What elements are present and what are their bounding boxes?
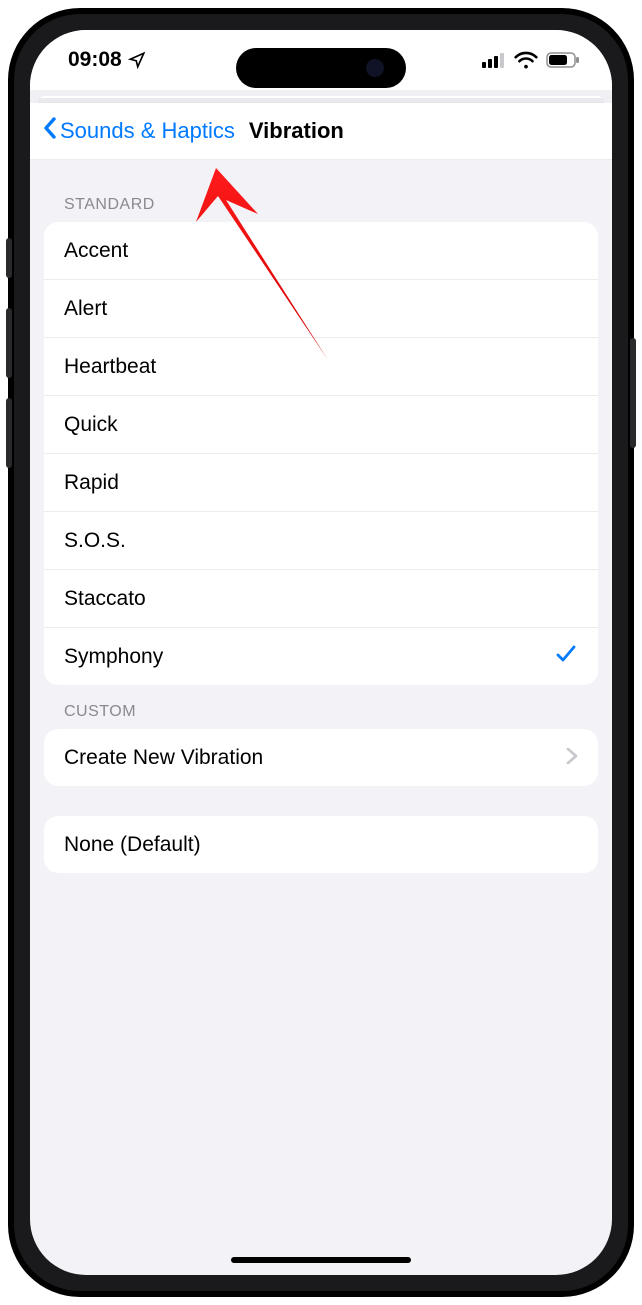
vibration-option-staccato[interactable]: Staccato (44, 569, 598, 627)
spacer (44, 786, 598, 816)
option-label: None (Default) (64, 833, 201, 857)
phone-bezel: 09:08 (14, 14, 628, 1291)
vibration-option-rapid[interactable]: Rapid (44, 453, 598, 511)
side-button (630, 338, 636, 448)
phone-frame: 09:08 (8, 8, 634, 1297)
vibration-option-none[interactable]: None (Default) (44, 816, 598, 873)
option-label: Alert (64, 297, 107, 321)
screen: 09:08 (30, 30, 612, 1275)
option-label: Staccato (64, 587, 146, 611)
background-sheet-peek (38, 96, 604, 103)
battery-icon (546, 52, 580, 68)
volume-up (6, 308, 12, 378)
vibration-option-quick[interactable]: Quick (44, 395, 598, 453)
vibration-option-alert[interactable]: Alert (44, 279, 598, 337)
status-time: 09:08 (68, 48, 122, 72)
nav-bar: Sounds & Haptics Vibration (30, 103, 612, 160)
chevron-right-icon (566, 744, 578, 772)
location-icon (128, 51, 146, 69)
vibration-option-sos[interactable]: S.O.S. (44, 511, 598, 569)
vibration-option-symphony[interactable]: Symphony (44, 627, 598, 685)
chevron-left-icon (42, 116, 58, 146)
option-label: Heartbeat (64, 355, 156, 379)
dynamic-island (236, 48, 406, 88)
create-label: Create New Vibration (64, 746, 263, 770)
settings-sheet: Sounds & Haptics Vibration STANDARD Acce… (30, 103, 612, 1173)
standard-group: Accent Alert Heartbeat Quick Rapid (44, 222, 598, 685)
option-label: Rapid (64, 471, 119, 495)
ring-switch (6, 238, 12, 278)
none-group: None (Default) (44, 816, 598, 873)
back-button[interactable]: Sounds & Haptics (36, 112, 241, 150)
custom-group: Create New Vibration (44, 729, 598, 786)
vibration-option-heartbeat[interactable]: Heartbeat (44, 337, 598, 395)
back-label: Sounds & Haptics (60, 118, 235, 144)
option-label: Symphony (64, 645, 163, 669)
vibration-option-accent[interactable]: Accent (44, 222, 598, 279)
checkmark-icon (554, 642, 578, 672)
create-new-vibration[interactable]: Create New Vibration (44, 729, 598, 786)
option-label: Quick (64, 413, 118, 437)
page-title: Vibration (241, 118, 344, 144)
bottom-padding (44, 873, 598, 1173)
cellular-icon (482, 52, 506, 68)
wifi-icon (514, 51, 538, 69)
volume-down (6, 398, 12, 468)
option-label: Accent (64, 239, 128, 263)
section-header-custom: CUSTOM (44, 685, 598, 729)
content-area[interactable]: STANDARD Accent Alert Heartbeat Quick (30, 160, 612, 1173)
section-header-standard: STANDARD (44, 178, 598, 222)
option-label: S.O.S. (64, 529, 126, 553)
home-indicator[interactable] (231, 1257, 411, 1263)
